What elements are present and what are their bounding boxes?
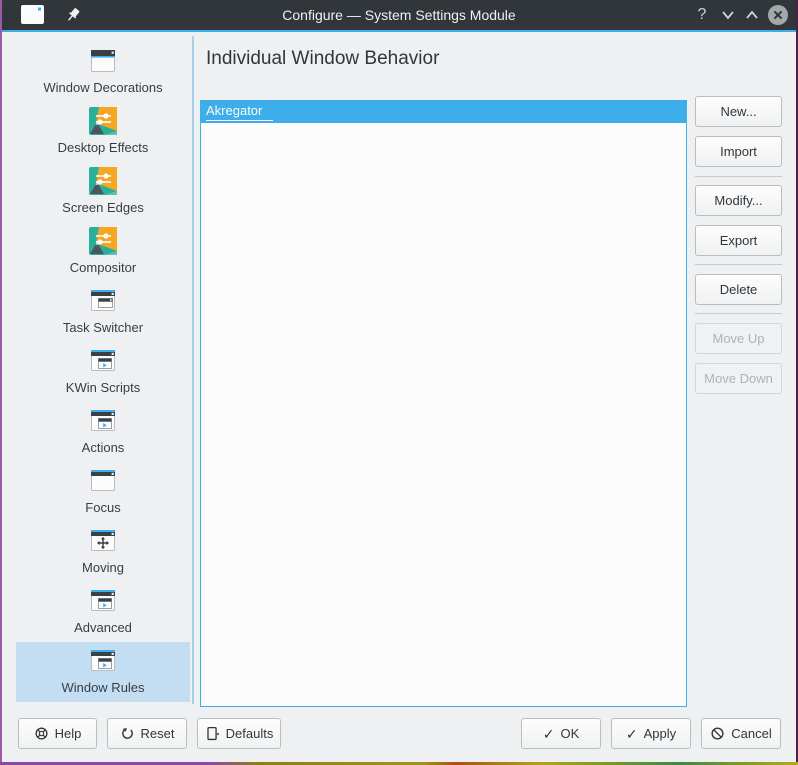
- check-icon: ✓: [626, 727, 638, 741]
- new-button[interactable]: New...: [695, 96, 782, 127]
- apply-button[interactable]: ✓ Apply: [611, 718, 691, 749]
- titlebar[interactable]: Configure — System Settings Module ?: [0, 0, 798, 30]
- reset-button[interactable]: Reset: [107, 718, 187, 749]
- pin-icon[interactable]: [64, 6, 82, 24]
- titlebar-help-button[interactable]: ?: [692, 0, 712, 30]
- task-switcher-icon: [87, 285, 119, 317]
- move-up-button[interactable]: Move Up: [695, 323, 782, 354]
- delete-button[interactable]: Delete: [695, 274, 782, 305]
- action-separator: [695, 176, 782, 177]
- focus-icon: [87, 465, 119, 497]
- window-decorations-icon: [87, 45, 119, 77]
- modify-button[interactable]: Modify...: [695, 185, 782, 216]
- desktop-edge-left: [0, 0, 2, 765]
- export-button[interactable]: Export: [695, 225, 782, 256]
- sidebar-item-kwin-scripts[interactable]: KWin Scripts: [16, 342, 190, 402]
- sidebar-item-window-rules[interactable]: Window Rules: [16, 642, 190, 702]
- rule-name: Akregator: [206, 103, 273, 121]
- sidebar-item-task-switcher[interactable]: Task Switcher: [16, 282, 190, 342]
- list-item-akregator[interactable]: Akregator: [201, 101, 686, 123]
- window-rules-icon: [87, 645, 119, 677]
- import-button[interactable]: Import: [695, 136, 782, 167]
- undo-reset-icon: [120, 726, 135, 741]
- sidebar-item-compositor[interactable]: Compositor: [16, 222, 190, 282]
- configure-dialog: Configure — System Settings Module ? Win…: [0, 0, 798, 765]
- app-window-icon[interactable]: [21, 5, 44, 24]
- sidebar-item-moving[interactable]: Moving: [16, 522, 190, 582]
- titlebar-accent-line: [0, 30, 798, 32]
- window-title: Configure — System Settings Module: [0, 0, 798, 30]
- defaults-button[interactable]: Defaults: [197, 718, 281, 749]
- moving-icon: [87, 525, 119, 557]
- compositor-icon: [87, 225, 119, 257]
- document-revert-icon: [205, 726, 220, 741]
- cancel-button[interactable]: Cancel: [701, 718, 781, 749]
- sidebar-item-advanced[interactable]: Advanced: [16, 582, 190, 642]
- ok-button[interactable]: ✓ OK: [521, 718, 601, 749]
- sidebar-item-desktop-effects[interactable]: Desktop Effects: [16, 102, 190, 162]
- chevron-down-icon[interactable]: [720, 8, 736, 22]
- screen-edges-icon: [87, 165, 119, 197]
- sidebar-item-focus[interactable]: Focus: [16, 462, 190, 522]
- cancel-icon: [710, 726, 725, 741]
- actions-icon: [87, 405, 119, 437]
- page-title: Individual Window Behavior: [206, 48, 439, 70]
- close-icon[interactable]: [767, 4, 789, 26]
- sidebar-item-window-decorations[interactable]: Window Decorations: [16, 42, 190, 102]
- sidebar-item-actions[interactable]: Actions: [16, 402, 190, 462]
- desktop-effects-icon: [87, 105, 119, 137]
- check-icon: ✓: [543, 727, 555, 741]
- move-down-button[interactable]: Move Down: [695, 363, 782, 394]
- sidebar-scrollbar[interactable]: [192, 36, 194, 704]
- lifebuoy-help-icon: [34, 726, 49, 741]
- help-button[interactable]: Help: [18, 718, 97, 749]
- kwin-scripts-icon: [87, 345, 119, 377]
- rules-list[interactable]: Akregator: [200, 100, 687, 707]
- sidebar-item-screen-edges[interactable]: Screen Edges: [16, 162, 190, 222]
- module-sidebar: Window Decorations Desktop Effects Scree…: [16, 42, 190, 702]
- chevron-up-icon[interactable]: [744, 8, 760, 22]
- action-separator: [695, 264, 782, 265]
- advanced-icon: [87, 585, 119, 617]
- action-separator: [695, 313, 782, 314]
